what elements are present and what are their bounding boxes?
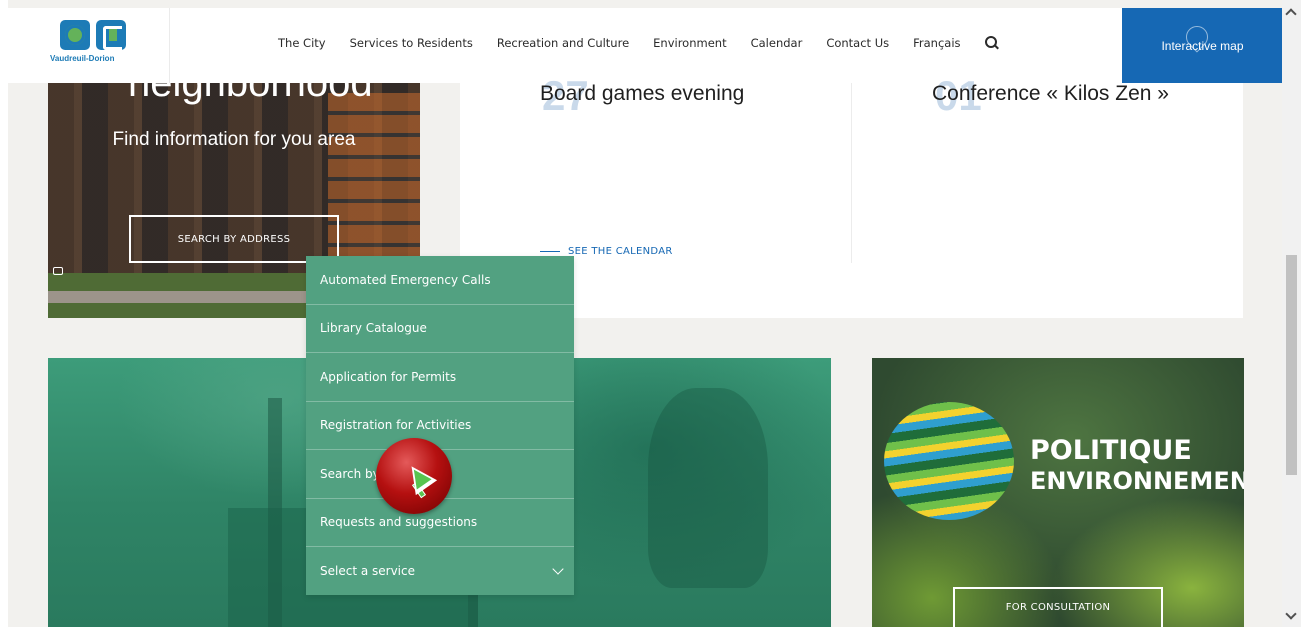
logo-mark (60, 20, 142, 50)
scroll-down-arrow-icon[interactable] (1285, 608, 1297, 620)
service-dropdown-menu: Automated Emergency Calls Library Catalo… (306, 256, 574, 595)
nav-environment[interactable]: Environment (653, 36, 726, 50)
politique-title-line1: POLITIQUE (1030, 435, 1192, 466)
scroll-up-arrow-icon[interactable] (1285, 8, 1297, 20)
logo-flower-icon (60, 20, 90, 50)
select-a-service-dropdown[interactable]: Select a service (306, 547, 574, 596)
calendar-link-dash (540, 251, 560, 252)
search-icon[interactable] (984, 36, 999, 50)
politique-title-line2: ENVIRONNEMENTALE (1030, 467, 1244, 495)
menu-item-automated-emergency-calls[interactable]: Automated Emergency Calls (306, 256, 574, 305)
page-scrollbar[interactable] (1282, 0, 1301, 627)
main-nav: The City Services to Residents Recreatio… (278, 36, 999, 50)
nav-language-toggle[interactable]: Français (913, 36, 960, 50)
logo-text: Vaudreuil-Dorion (50, 54, 115, 63)
interactive-map-label: Interactive map (1161, 38, 1244, 53)
event-title-1[interactable]: Board games evening (540, 82, 744, 106)
nav-recreation-and-culture[interactable]: Recreation and Culture (497, 36, 629, 50)
logo-cv-icon (96, 20, 126, 50)
neighbourhood-subtitle: Find information for you area (112, 129, 356, 150)
events-panel: 27 Board games evening 01 Conference « K… (460, 75, 1243, 318)
scrollbar-thumb[interactable] (1286, 255, 1297, 475)
nav-services-to-residents[interactable]: Services to Residents (350, 36, 473, 50)
select-a-service-label: Select a service (320, 564, 415, 579)
calendar-link-label: SEE THE CALENDAR (568, 246, 673, 257)
politique-environnementale-card: POLITIQUE ENVIRONNEMENTALE FOR CONSULTAT… (872, 358, 1244, 627)
nav-contact-us[interactable]: Contact Us (826, 36, 889, 50)
cursor-highlight-icon (376, 438, 452, 514)
site-logo[interactable]: Vaudreuil-Dorion (50, 20, 142, 76)
event-title-2[interactable]: Conference « Kilos Zen » (932, 82, 1169, 106)
header-divider (169, 8, 170, 83)
cursor-arrow-icon (400, 458, 438, 496)
menu-item-application-for-permits[interactable]: Application for Permits (306, 353, 574, 402)
nav-the-city[interactable]: The City (278, 36, 326, 50)
menu-item-registration-for-activities[interactable]: Registration for Activities (306, 402, 574, 450)
nav-calendar[interactable]: Calendar (751, 36, 803, 50)
politique-title: POLITIQUE ENVIRONNEMENTALE (1030, 436, 1244, 496)
neighbourhood-title: neighborhood (128, 83, 373, 105)
events-divider (851, 83, 852, 263)
cursor-arrow-fill (406, 464, 432, 490)
site-header: Vaudreuil-Dorion The City Services to Re… (8, 8, 1282, 83)
menu-item-requests-and-suggestions[interactable]: Requests and suggestions (306, 499, 574, 547)
neighbourhood-photo-building (328, 93, 420, 273)
politique-landscape-logo (884, 402, 1014, 520)
menu-item-library-catalogue[interactable]: Library Catalogue (306, 305, 574, 353)
banner-sculpture (648, 388, 768, 588)
camera-icon (53, 267, 63, 275)
for-consultation-button[interactable]: FOR CONSULTATION (953, 587, 1163, 627)
interactive-map-button[interactable]: Interactive map (1122, 8, 1283, 83)
chevron-down-icon (552, 563, 564, 575)
